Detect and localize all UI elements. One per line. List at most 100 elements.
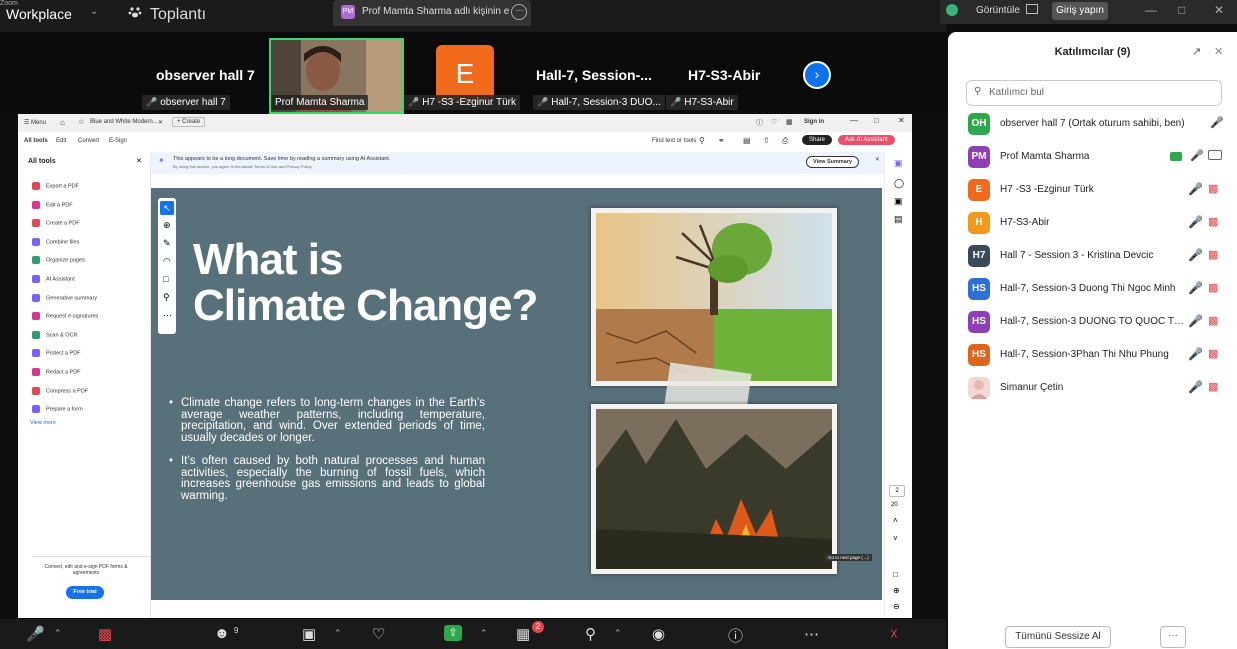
participant-search[interactable]: ⚲ Katılımcı bul <box>966 80 1222 106</box>
mic-off-icon[interactable]: 🎤 <box>1188 314 1203 328</box>
bell-icon[interactable]: ♡ <box>771 118 777 126</box>
more-icon[interactable]: ⋯ <box>804 625 819 643</box>
window-minimize-icon[interactable]: — <box>850 116 858 125</box>
maximize-icon[interactable]: □ <box>1178 3 1185 17</box>
participant-row[interactable]: HS Hall-7, Session-3 Duong Thi Ngoc Minh… <box>948 273 1237 306</box>
participant-row[interactable]: E H7 -S3 -Ezginur Türk 🎤 ▩ <box>948 174 1237 207</box>
close-tab-icon[interactable]: ✕ <box>158 119 163 126</box>
participants-icon[interactable]: ☻ <box>214 625 230 642</box>
share-button[interactable]: Share <box>802 135 833 145</box>
more-options-icon[interactable]: ⋯ <box>511 4 527 20</box>
prev-page-icon[interactable]: ˄ <box>893 516 898 525</box>
mic-off-icon[interactable]: 🎤 <box>1210 116 1224 129</box>
ask-ai-button[interactable]: Ask AI Assistant <box>838 135 895 145</box>
close-sidebar-icon[interactable]: ✕ <box>136 157 142 165</box>
video-off-icon[interactable]: ▩ <box>1208 314 1218 327</box>
window-restore-icon[interactable]: □ <box>874 116 879 125</box>
mic-off-icon[interactable]: 🎤 <box>26 625 45 643</box>
pop-out-icon[interactable]: ↗ <box>1192 45 1201 58</box>
find-tools[interactable]: Find text or tools <box>652 138 696 144</box>
participant-row[interactable]: H H7-S3-Abir 🎤 ▩ <box>948 207 1237 240</box>
mic-off-icon[interactable]: 🎤 <box>1188 380 1203 394</box>
video-off-icon[interactable]: ▩ <box>1208 215 1218 228</box>
create-button[interactable]: + Create <box>172 117 206 127</box>
chat-icon[interactable]: ▣ <box>302 625 316 643</box>
upload-icon[interactable]: ⇧ <box>763 136 770 145</box>
chevron-up-icon[interactable]: ⌃ <box>614 628 622 639</box>
close-panel-icon[interactable]: ✕ <box>1214 45 1223 58</box>
free-trial-button[interactable]: Free trial <box>66 586 104 599</box>
chevron-up-icon[interactable]: ⌃ <box>480 628 488 639</box>
participant-row[interactable]: OH observer hall 7 (Ortak oturum sahibi,… <box>948 108 1237 141</box>
tool-scan-ocr[interactable]: Scan & OCR <box>32 331 77 339</box>
video-off-icon[interactable]: ▩ <box>98 625 112 643</box>
more-tools-icon[interactable]: ⋯ <box>163 310 172 321</box>
mic-off-icon[interactable]: 🎤 <box>1188 281 1203 295</box>
mic-on-icon[interactable]: 🎤 <box>1190 149 1204 162</box>
sign-in-button[interactable]: Giriş yapın <box>1052 2 1108 20</box>
reactions-icon[interactable]: ♡ <box>372 625 385 643</box>
view-summary-button[interactable]: View Summary <box>806 156 860 168</box>
next-page-arrow-icon[interactable]: › <box>803 61 831 89</box>
next-page-icon[interactable]: ˅ <box>893 534 898 543</box>
mic-off-icon[interactable]: 🎤 <box>1188 215 1203 229</box>
tool-generative-summary[interactable]: Generative summary <box>32 294 97 302</box>
document-tab[interactable]: Blue and White Modern... <box>90 119 158 125</box>
lasso-icon[interactable]: ◠ <box>163 256 171 267</box>
view-more-link[interactable]: View more <box>30 420 56 426</box>
chevron-up-icon[interactable]: ⌃ <box>54 628 62 639</box>
tool-organize-pages[interactable]: Organize pages <box>32 256 85 264</box>
print-icon[interactable]: ⎙ <box>782 136 788 146</box>
chevron-down-icon[interactable]: ⌄ <box>90 6 98 17</box>
apps-grid-icon[interactable]: ▦ <box>786 118 793 126</box>
close-banner-icon[interactable]: ✕ <box>875 157 880 163</box>
video-off-icon[interactable]: ▩ <box>1208 380 1218 393</box>
participant-row[interactable]: HS Hall-7, Session-3Phan Thi Nhu Phung 🎤… <box>948 339 1237 372</box>
window-close-icon[interactable]: ✕ <box>898 116 905 125</box>
participant-row[interactable]: H7 Hall 7 - Session 3 - Kristina Devcic … <box>948 240 1237 273</box>
tool-combine-files[interactable]: Combine files <box>32 238 79 246</box>
chevron-up-icon[interactable]: ⌃ <box>334 628 342 639</box>
share-screen-icon[interactable]: ⇧ <box>444 625 462 641</box>
tool-compress-pdf[interactable]: Compress a PDF <box>32 387 88 395</box>
fit-page-icon[interactable]: □ <box>893 570 898 579</box>
nav-convert[interactable]: Convert <box>78 138 99 144</box>
zoom-out-icon[interactable]: ⊖ <box>893 602 900 611</box>
view-menu[interactable]: Görüntüle <box>976 5 1020 16</box>
cursor-icon[interactable]: ↖ <box>160 201 174 215</box>
pages-icon[interactable]: ▤ <box>894 214 903 225</box>
shield-check-icon[interactable] <box>946 4 958 16</box>
mic-off-icon[interactable]: 🎤 <box>1188 248 1203 262</box>
close-window-icon[interactable]: ✕ <box>1214 3 1224 17</box>
search-icon[interactable]: ⚲ <box>699 136 705 145</box>
nav-esign[interactable]: E-Sign <box>109 138 127 144</box>
zoom-in-icon[interactable]: ⊕ <box>893 586 900 595</box>
video-off-icon[interactable]: ▩ <box>1208 182 1218 195</box>
focus-icon[interactable]: ⚲ <box>585 625 596 643</box>
help-icon[interactable]: ⓘ <box>756 118 763 128</box>
ai-icon[interactable]: ▣ <box>894 158 903 169</box>
participant-row[interactable]: Simanur Çetin 🎤 ▩ <box>948 372 1237 405</box>
page-number-input[interactable]: 2 <box>889 485 905 497</box>
zoom-annotate-icon[interactable]: ⊕ <box>163 220 171 231</box>
video-off-icon[interactable]: ▩ <box>1208 347 1218 360</box>
video-on-icon[interactable] <box>1208 150 1222 160</box>
leave-icon[interactable]: ☓ <box>890 625 898 643</box>
comment-icon[interactable]: ◯ <box>894 178 904 189</box>
mic-off-icon[interactable]: 🎤 <box>1188 347 1203 361</box>
tool-request-esignatures[interactable]: Request e-signatures <box>32 312 98 320</box>
nav-edit[interactable]: Edit <box>56 138 66 144</box>
grid-view-icon[interactable] <box>1026 4 1038 14</box>
tool-create-pdf[interactable]: Create a PDF <box>32 219 80 227</box>
headphones-icon[interactable]: ⚭ <box>718 136 725 145</box>
video-off-icon[interactable]: ▩ <box>1208 248 1218 261</box>
more-options-button[interactable]: ··· <box>1160 626 1186 648</box>
star-icon[interactable]: ☆ <box>78 118 84 126</box>
home-icon[interactable]: ⌂ <box>60 118 65 127</box>
tool-edit-pdf[interactable]: Edit a PDF <box>32 201 73 209</box>
video-off-icon[interactable]: ▩ <box>1208 281 1218 294</box>
stamp-icon[interactable]: ⚲ <box>163 292 170 303</box>
tool-prepare-form[interactable]: Prepare a form <box>32 405 83 413</box>
minimize-icon[interactable]: — <box>1145 3 1157 17</box>
sign-in-link[interactable]: Sign in <box>804 119 824 125</box>
